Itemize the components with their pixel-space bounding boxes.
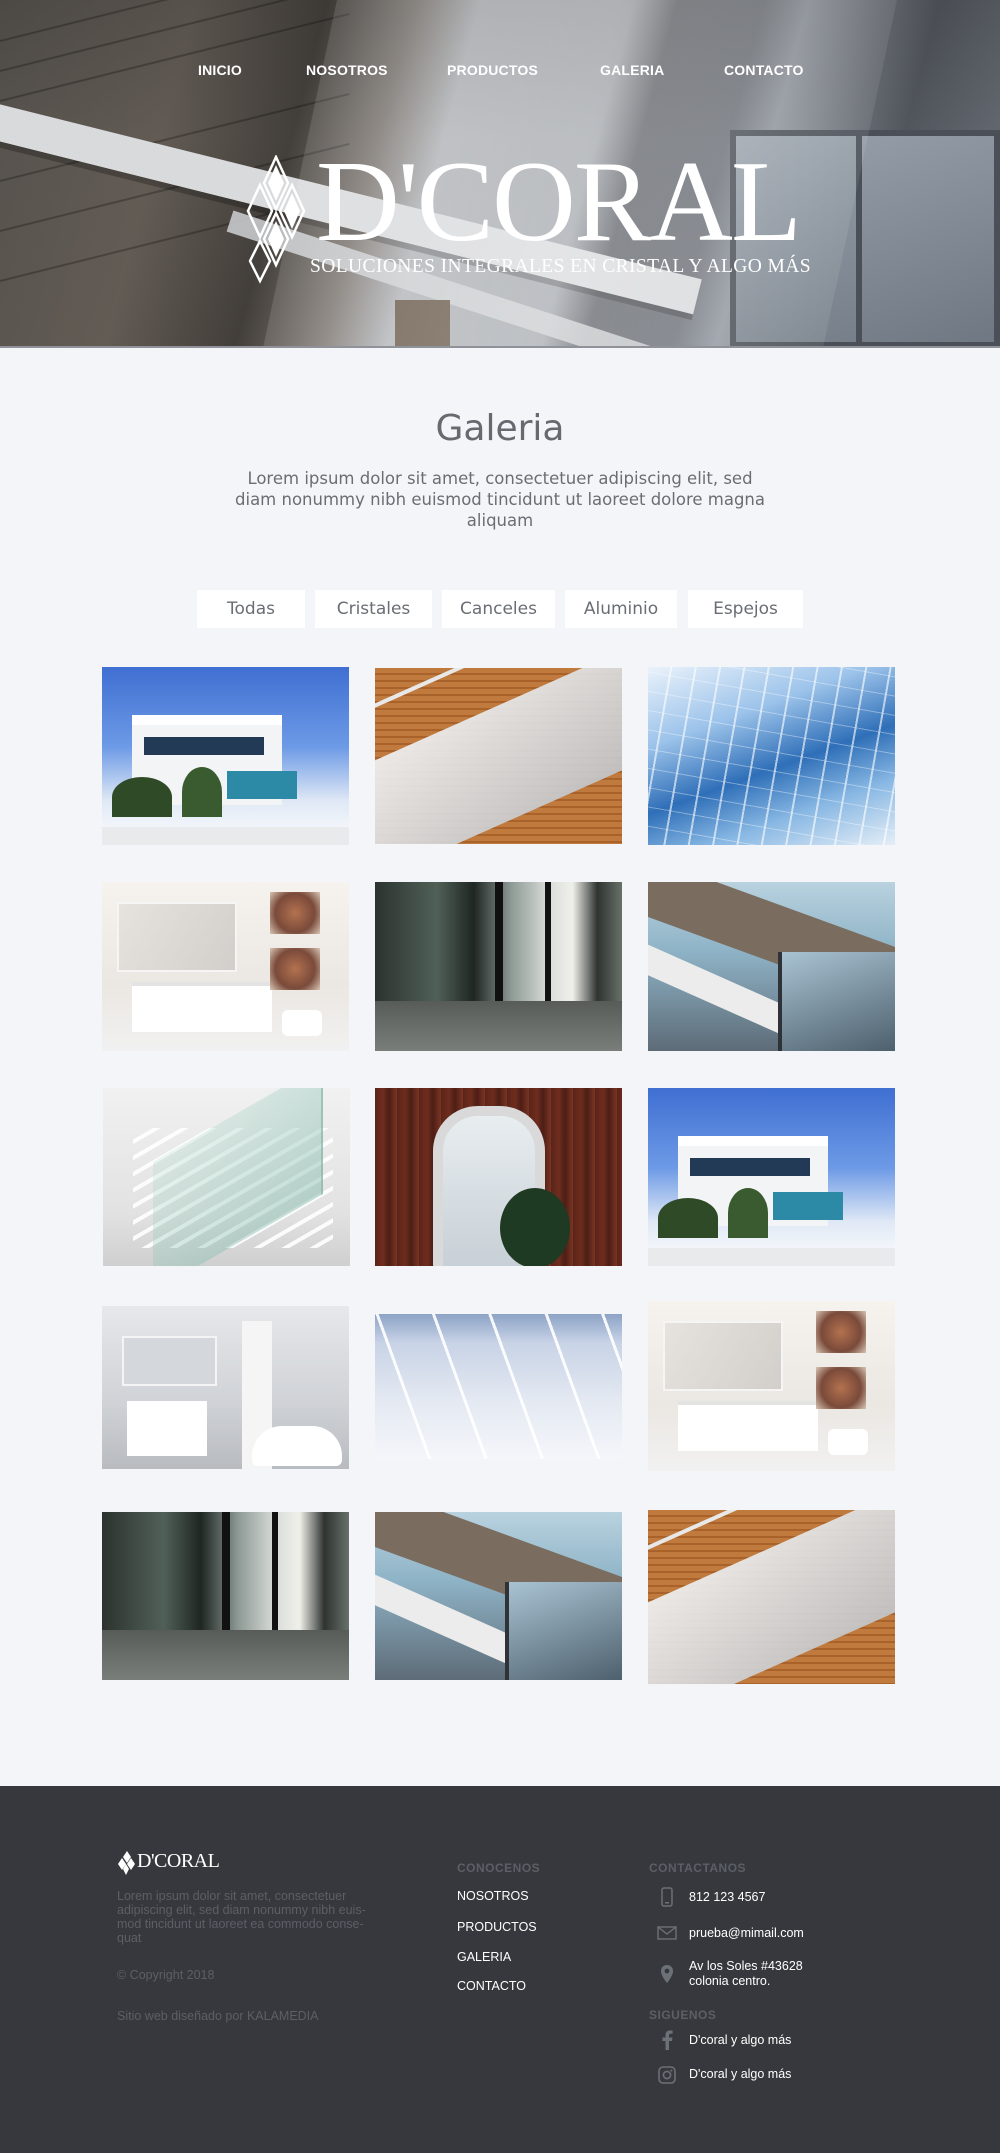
gallery-image-glass-doors[interactable]	[102, 1512, 349, 1680]
location-pin-icon	[656, 1963, 678, 1985]
gallery-image-glass-doors[interactable]	[375, 882, 622, 1051]
footer-follow-heading: SIGUENOS	[649, 2008, 717, 2022]
gallery-image-bathroom-tub[interactable]	[102, 1306, 349, 1469]
filter-aluminio[interactable]: Aluminio	[565, 590, 677, 628]
phone-icon	[656, 1886, 678, 1908]
wall-mirror	[663, 1321, 783, 1391]
curtain-wall-grid	[648, 667, 895, 845]
footer-email[interactable]: prueba@mimail.com	[689, 1926, 804, 1941]
footer-link-galeria[interactable]: GALERIA	[457, 1950, 511, 1964]
footer-contact-heading: CONTACTANOS	[649, 1861, 747, 1875]
wall-art	[816, 1311, 866, 1353]
filter-todas[interactable]: Todas	[197, 590, 305, 628]
diamond-logo-icon	[246, 155, 306, 284]
gallery-image-glass-facade[interactable]	[648, 667, 895, 845]
footer-address-line2: colonia centro.	[689, 1974, 771, 1988]
footer-brand-name: D'CORAL	[137, 1850, 220, 1872]
filter-canceles[interactable]: Canceles	[442, 590, 555, 628]
vanity-cabinet	[678, 1401, 818, 1451]
palm-tree	[182, 767, 222, 817]
palm-tree	[112, 777, 172, 817]
diamond-logo-icon	[118, 1851, 135, 1875]
plant	[500, 1188, 570, 1266]
bathtub	[252, 1426, 342, 1466]
floor	[102, 1630, 349, 1680]
glass-roof-bars	[375, 1314, 622, 1459]
house-glass-band	[773, 1192, 843, 1220]
ground	[648, 1248, 895, 1266]
footer-link-contacto[interactable]: CONTACTO	[457, 1979, 526, 1993]
glass-stair	[648, 1510, 895, 1684]
wall-mirror	[117, 902, 237, 972]
envelope-icon	[656, 1922, 678, 1944]
footer-instagram-link[interactable]: D'coral y algo más	[689, 2067, 791, 2082]
palm-tree	[658, 1198, 718, 1238]
gallery-image-glass-balcony[interactable]	[648, 882, 895, 1051]
gallery-image-glass-balcony[interactable]	[375, 1512, 622, 1680]
house-window-band	[690, 1158, 810, 1176]
wall-art	[816, 1367, 866, 1409]
vanity-cabinet	[132, 982, 272, 1032]
gallery-description: Lorem ipsum dolor sit amet, consectetuer…	[235, 469, 765, 530]
house-glass-band	[227, 771, 297, 799]
wall-art	[270, 948, 320, 990]
gallery-title: Galeria	[435, 408, 565, 449]
gallery-image-glass-roof[interactable]	[375, 1314, 622, 1459]
wood-plank	[0, 0, 350, 42]
wall-art	[270, 892, 320, 934]
footer-link-nosotros[interactable]: NOSOTROS	[457, 1889, 529, 1903]
footer-address-line1: Av los Soles #43628	[689, 1959, 803, 1973]
gallery-image-modern-house[interactable]	[102, 667, 349, 845]
brand-name: D'CORAL	[316, 138, 802, 266]
footer-conocenos-heading: CONOCENOS	[457, 1861, 541, 1875]
vanity-cabinet	[127, 1401, 207, 1456]
gallery-image-glass-stairs-wood[interactable]	[648, 1510, 895, 1684]
instagram-icon[interactable]	[656, 2064, 678, 2086]
wall-mirror	[122, 1336, 217, 1386]
glass-window	[505, 1582, 622, 1680]
gallery-image-glass-stairs-wood[interactable]	[375, 668, 622, 844]
ground	[102, 827, 349, 845]
gallery-image-modern-house[interactable]	[648, 1088, 895, 1266]
filter-cristales[interactable]: Cristales	[315, 590, 432, 628]
brand-tagline: SOLUCIONES INTEGRALES EN CRISTAL Y ALGO …	[310, 256, 811, 277]
nav-galeria[interactable]: GALERIA	[600, 62, 664, 78]
toilet	[282, 1010, 322, 1036]
nav-nosotros[interactable]: NOSOTROS	[306, 62, 388, 78]
gallery-image-framed-mirror[interactable]	[375, 1088, 622, 1266]
gallery-image-glass-staircase[interactable]	[103, 1088, 350, 1266]
nav-inicio[interactable]: INICIO	[198, 62, 242, 78]
footer-logo[interactable]: D'CORAL	[117, 1850, 220, 1876]
hero-divider	[0, 346, 1000, 348]
footer-copyright: © Copyright 2018	[117, 1968, 215, 1982]
palm-tree	[728, 1188, 768, 1238]
brand-logo[interactable]: D'CORAL SOLUCIONES INTEGRALES EN CRISTAL…	[236, 144, 811, 290]
footer-about-text: Lorem ipsum dolor sit amet, consectetuer…	[117, 1889, 366, 1945]
filter-espejos[interactable]: Espejos	[688, 590, 803, 628]
facebook-icon[interactable]	[656, 2029, 678, 2051]
nav-contacto[interactable]: CONTACTO	[724, 62, 804, 78]
footer-facebook-link[interactable]: D'coral y algo más	[689, 2033, 791, 2048]
gallery-image-bathroom-mirror[interactable]	[102, 882, 349, 1051]
gallery-image-bathroom-mirror[interactable]	[648, 1301, 895, 1471]
glass-stair	[375, 668, 622, 844]
house-window-band	[144, 737, 264, 755]
gallery-filters: Todas Cristales Canceles Aluminio Espejo…	[0, 590, 1000, 628]
floor	[375, 1001, 622, 1051]
footer-credit: Sitio web diseñado por KALAMEDIA	[117, 2009, 319, 2023]
nav-productos[interactable]: PRODUCTOS	[447, 62, 538, 78]
main-nav: INICIO NOSOTROS PRODUCTOS GALERIA CONTAC…	[0, 62, 1000, 84]
toilet	[828, 1429, 868, 1455]
glass-window	[778, 952, 895, 1051]
footer-phone[interactable]: 812 123 4567	[689, 1890, 765, 1905]
footer-link-productos[interactable]: PRODUCTOS	[457, 1920, 537, 1934]
